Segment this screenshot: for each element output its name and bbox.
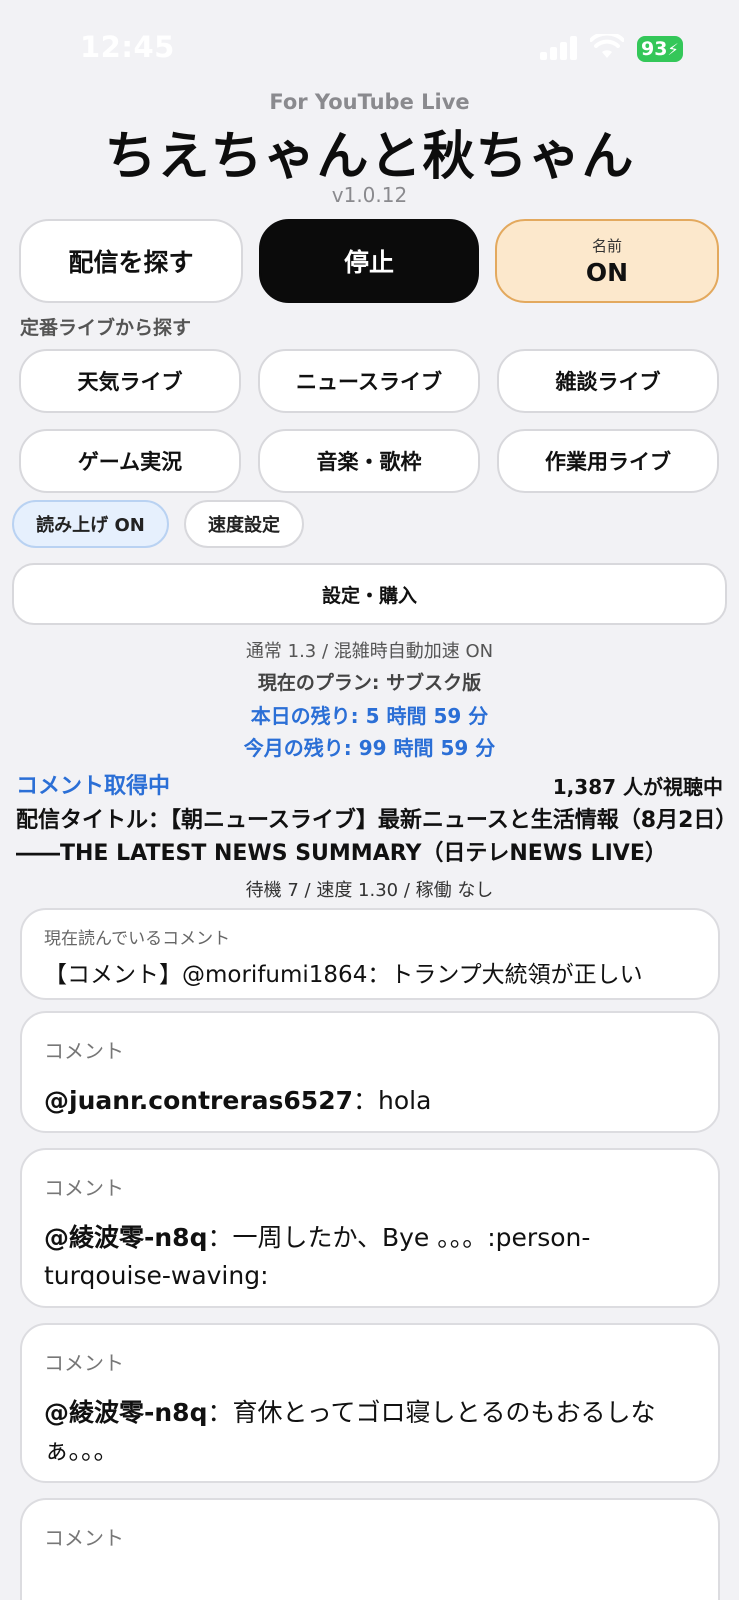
comment-body: @綾波零-n8q：育休とってゴロ寝しとるのもおるしなぁ。。。 — [44, 1394, 696, 1470]
name-toggle-button[interactable]: 名前 ON — [495, 219, 719, 303]
app-title: ちえちゃんと秋ちゃん — [104, 127, 635, 187]
comment-label: コメント — [44, 1351, 124, 1375]
comment-card: コメント — [20, 1498, 720, 1600]
comment-label: コメント — [44, 1039, 124, 1063]
name-toggle-state: ON — [585, 258, 629, 287]
battery-charging-icon: 93⚡ — [637, 36, 683, 62]
comment-body: @綾波零-n8q：一周したか、Bye 。。。:person-turqouise-… — [44, 1219, 696, 1295]
stream-title: 配信タイトル：【朝ニュースライブ】最新ニュースと生活情報（8月2日）――THE … — [16, 808, 727, 866]
cellular-signal-icon — [540, 36, 578, 60]
comment-card: コメント @綾波零-n8q：一周したか、Bye 。。。:person-turqo… — [20, 1148, 720, 1308]
month-remaining: 今月の残り: 99 時間 59 分 — [243, 736, 496, 760]
status-time: 12:45 — [80, 30, 175, 64]
app-version: v1.0.12 — [331, 183, 408, 207]
comment-author: @juanr.contreras6527 — [44, 1086, 353, 1115]
category-chat-button[interactable]: 雑談ライブ — [497, 349, 719, 413]
category-gaming-button[interactable]: ゲーム実況 — [19, 429, 241, 493]
app-screen: 12:45 93⚡ For YouTube Live ちえちゃんと秋ちゃん v1… — [0, 0, 739, 1600]
speed-settings-button[interactable]: 速度設定 — [184, 500, 304, 548]
today-remaining: 本日の残り: 5 時間 59 分 — [250, 704, 489, 728]
comment-author: @綾波零-n8q — [44, 1223, 208, 1252]
stop-button[interactable]: 停止 — [259, 219, 479, 303]
read-aloud-toggle[interactable]: 読み上げ ON — [12, 500, 169, 548]
plan-info: 現在のプラン: サブスク版 — [257, 672, 482, 694]
current-reading-card: 現在読んでいるコメント 【コメント】@morifumi1864：トランプ大統領が… — [20, 908, 720, 1000]
comment-card: コメント @綾波零-n8q：育休とってゴロ寝しとるのもおるしなぁ。。。 — [20, 1323, 720, 1483]
category-news-button[interactable]: ニュースライブ — [258, 349, 480, 413]
battery-level: 93 — [641, 38, 668, 60]
categories-section-label: 定番ライブから探す — [20, 317, 192, 339]
current-reading-text: 【コメント】@morifumi1864：トランプ大統領が正しい — [44, 962, 643, 988]
comment-author: @綾波零-n8q — [44, 1398, 208, 1427]
fetch-status: コメント取得中 — [16, 774, 171, 799]
settings-purchase-button[interactable]: 設定・購入 — [12, 563, 727, 625]
category-work-button[interactable]: 作業用ライブ — [497, 429, 719, 493]
queue-status: 待機 7 / 速度 1.30 / 稼働 なし — [245, 880, 494, 901]
app-subtitle: For YouTube Live — [269, 90, 470, 114]
speed-info: 通常 1.3 / 混雑時自動加速 ON — [245, 641, 494, 662]
comment-label: コメント — [44, 1176, 124, 1200]
comment-label: コメント — [44, 1526, 124, 1550]
comment-text: ：hola — [352, 1086, 432, 1115]
status-bar: 12:45 93⚡ — [0, 0, 739, 100]
current-reading-label: 現在読んでいるコメント — [44, 929, 231, 949]
wifi-icon — [589, 31, 625, 64]
category-weather-button[interactable]: 天気ライブ — [19, 349, 241, 413]
find-stream-button[interactable]: 配信を探す — [19, 219, 243, 303]
comment-card: コメント @juanr.contreras6527：hola — [20, 1011, 720, 1133]
viewer-count: 1,387 人が視聴中 — [552, 775, 723, 799]
category-music-button[interactable]: 音楽・歌枠 — [258, 429, 480, 493]
comment-body: @juanr.contreras6527：hola — [44, 1082, 696, 1120]
name-toggle-label: 名前 — [591, 237, 622, 255]
